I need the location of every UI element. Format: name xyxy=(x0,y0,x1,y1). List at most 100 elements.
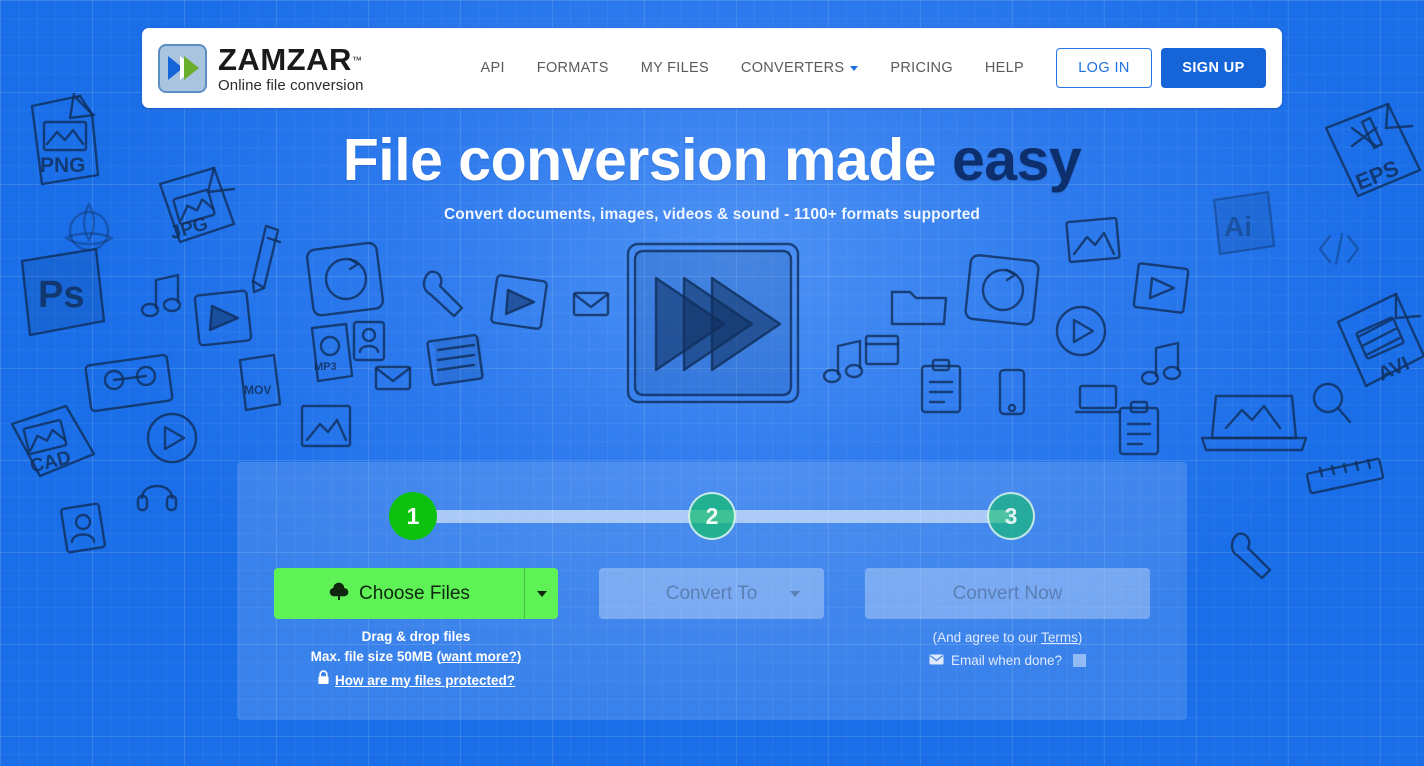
svg-text:AVI: AVI xyxy=(1375,353,1413,386)
doodle-wrench xyxy=(422,270,464,318)
doodle-phone xyxy=(998,368,1026,416)
doodle-laptop xyxy=(1200,394,1308,452)
brand-name-row: ZAMZAR™ xyxy=(218,44,364,75)
nav-label: HELP xyxy=(984,60,1024,76)
terms-prefix: (And agree to our xyxy=(932,630,1042,645)
doodle-image-frame-left xyxy=(300,404,352,448)
nav-label: PRICING xyxy=(890,60,953,76)
nav-label: CONVERTERS xyxy=(740,60,845,76)
doodle-envelope-2 xyxy=(374,365,412,391)
drag-drop-hint: Drag & drop files xyxy=(361,629,471,644)
hero-title-main: File conversion made xyxy=(342,127,952,193)
max-file-size-hint: Max. file size 50MB (want more?) xyxy=(274,647,558,667)
choose-files-button[interactable]: Choose Files xyxy=(274,568,524,619)
logo-double-chevron-play-icon xyxy=(158,43,207,93)
nav-item-pricing[interactable]: PRICING xyxy=(874,60,969,76)
step-2-convert-to[interactable]: 2 xyxy=(688,492,736,540)
doodle-mov-file: MOV xyxy=(238,353,282,412)
doodle-cad-file: CAD xyxy=(10,404,96,478)
doodle-ruler xyxy=(1305,457,1385,495)
brand-tagline: Online file conversion xyxy=(218,76,364,94)
files-protected-row: How are my files protected? xyxy=(274,670,558,691)
choose-files-label: Choose Files xyxy=(359,582,470,604)
doodle-document-right xyxy=(864,334,900,366)
conversion-panel: 1 2 3 Choose Files Convert To Convert No… xyxy=(237,462,1187,720)
convert-to-dropdown[interactable]: Convert To xyxy=(599,568,824,619)
choose-files-group: Choose Files xyxy=(274,568,558,619)
doodle-id-badge-2 xyxy=(60,502,106,554)
terms-suffix: ) xyxy=(1077,630,1083,645)
cloud-upload-icon xyxy=(328,582,350,606)
doodle-cassette xyxy=(84,353,174,413)
doodle-music-note xyxy=(140,273,182,318)
doodle-wrench-right xyxy=(1230,532,1272,580)
doodle-refresh-square-right xyxy=(964,254,1040,326)
step-1-choose-files[interactable]: 1 xyxy=(389,492,437,540)
signup-button[interactable]: SIGN UP xyxy=(1161,48,1266,88)
step-3-convert-now[interactable]: 3 xyxy=(987,492,1035,540)
email-when-done-checkbox[interactable] xyxy=(1073,654,1087,667)
doodle-magnifier xyxy=(1312,382,1352,424)
logo[interactable]: ZAMZAR™ Online file conversion xyxy=(158,43,364,93)
brand-name: ZAMZAR xyxy=(218,41,352,77)
login-button[interactable]: LOG IN xyxy=(1056,48,1152,88)
doodle-id-card xyxy=(352,320,386,362)
doodle-screen-small xyxy=(1074,384,1122,414)
hero-fastforward-sketch-icon xyxy=(626,242,800,404)
caret-down-icon xyxy=(536,590,547,597)
nav-item-converters[interactable]: CONVERTERS xyxy=(725,60,874,76)
hero-title-accent: easy xyxy=(951,127,1082,193)
max-size-prefix: Max. file size 50MB ( xyxy=(310,649,442,664)
doodle-code-brackets xyxy=(1318,232,1360,266)
site-header: ZAMZAR™ Online file conversion API FORMA… xyxy=(142,28,1282,108)
nav-item-formats[interactable]: FORMATS xyxy=(521,60,625,76)
terms-row: (And agree to our Terms) xyxy=(865,627,1150,648)
doodle-refresh-square xyxy=(305,241,385,317)
page-root: PNG JPG Ps MP3 MOV CAD EPS Ai AVI ZAMZAR… xyxy=(0,0,1424,766)
doodle-folder xyxy=(890,290,948,326)
logo-text: ZAMZAR™ Online file conversion xyxy=(218,44,364,93)
doodle-ps-file: Ps xyxy=(20,247,106,337)
trademark-symbol: ™ xyxy=(351,55,362,67)
caret-down-icon xyxy=(790,590,800,597)
want-more-link[interactable]: want more? xyxy=(441,649,517,664)
svg-text:Ps: Ps xyxy=(38,274,84,316)
lock-icon xyxy=(317,670,330,691)
files-protected-link[interactable]: How are my files protected? xyxy=(335,671,515,691)
nav-item-api[interactable]: API xyxy=(465,60,521,76)
doodle-play-circle-left xyxy=(146,412,198,464)
svg-text:CAD: CAD xyxy=(28,447,73,477)
upload-help-text: Drag & drop files Max. file size 50MB (w… xyxy=(274,627,558,691)
nav-item-help[interactable]: HELP xyxy=(969,60,1040,76)
max-size-suffix: ) xyxy=(516,649,522,664)
convert-now-button[interactable]: Convert Now xyxy=(865,568,1150,619)
nav-label: MY FILES xyxy=(640,60,709,76)
page-title: File conversion made easy xyxy=(0,127,1424,193)
main-navigation: API FORMATS MY FILES CONVERTERS PRICING … xyxy=(465,48,1266,88)
nav-label: FORMATS xyxy=(536,60,609,76)
doodle-clipboard-2 xyxy=(1118,400,1160,456)
conversion-controls: Choose Files Convert To Convert Now xyxy=(237,568,1187,620)
hero-subtitle: Convert documents, images, videos & soun… xyxy=(444,205,980,223)
nav-item-my-files[interactable]: MY FILES xyxy=(625,60,725,76)
svg-text:MP3: MP3 xyxy=(314,361,337,373)
doodle-music-note-right-2 xyxy=(1140,341,1182,386)
doodle-avi-file: AVI xyxy=(1336,292,1424,388)
email-when-done-row: Email when done? xyxy=(865,650,1150,671)
nav-label: API xyxy=(480,60,505,76)
doodle-clipboard-1 xyxy=(920,358,962,414)
doodle-video-thumb-right xyxy=(1132,262,1190,314)
doodle-play-box-left xyxy=(193,289,253,347)
svg-text:MOV: MOV xyxy=(244,383,271,397)
doodle-music-note-right xyxy=(822,339,864,384)
doodle-envelope-1 xyxy=(572,291,610,317)
doodle-play-triangle-small xyxy=(490,274,548,330)
doodle-pencil xyxy=(251,224,282,294)
envelope-icon xyxy=(929,650,944,671)
doodle-film-frame xyxy=(426,333,484,387)
terms-link[interactable]: Terms xyxy=(1041,630,1078,645)
doodle-mp3-file: MP3 xyxy=(310,322,354,383)
step-indicator: 1 2 3 xyxy=(389,492,1035,540)
choose-files-dropdown-toggle[interactable] xyxy=(524,568,558,619)
terms-and-email-help: (And agree to our Terms) Email when done… xyxy=(865,627,1150,671)
